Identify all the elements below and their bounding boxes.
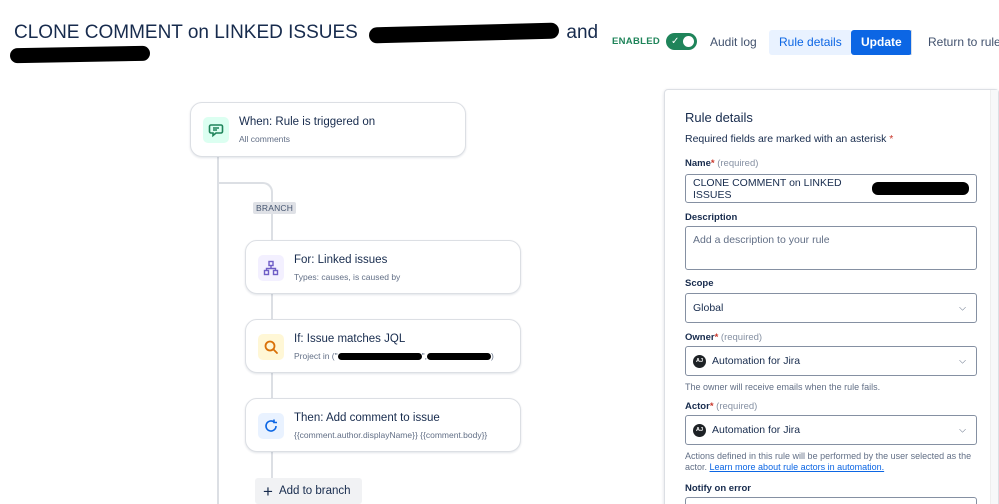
check-icon: ✓ — [671, 36, 680, 47]
action-title: Then: Add comment to issue — [294, 412, 440, 424]
redacted-text — [872, 182, 969, 195]
update-button[interactable]: Update — [851, 30, 912, 55]
redacted-text — [368, 22, 560, 44]
rule-title: CLONE COMMENT on LINKED ISSUES and — [14, 20, 598, 46]
branch-node[interactable]: For: Linked issues Types: causes, is cau… — [245, 240, 521, 294]
avatar: AJ — [693, 354, 706, 368]
add-to-branch-label: Add to branch — [278, 485, 351, 497]
owner-label-text: Owner — [685, 332, 715, 343]
name-label-text: Name — [685, 158, 711, 169]
panel-scrollbar[interactable] — [990, 90, 998, 504]
learn-more-link[interactable]: Learn more about rule actors in automati… — [710, 462, 885, 472]
redacted-text — [427, 353, 492, 361]
required-hint: (required) — [717, 158, 759, 169]
branch-subtitle: Types: causes, is caused by — [294, 272, 401, 282]
rule-details-button[interactable]: Rule details — [769, 30, 852, 55]
chevron-down-icon: ⌵ — [959, 302, 966, 313]
panel-title: Rule details — [685, 110, 753, 125]
branch-tag: BRANCH — [253, 202, 297, 214]
owner-value: Automation for Jira — [712, 355, 801, 367]
description-field[interactable]: Add a description to your rule — [685, 226, 977, 270]
owner-help: The owner will receive emails when the r… — [685, 382, 881, 392]
description-placeholder: Add a description to your rule — [693, 234, 830, 246]
plus-icon: + — [263, 481, 273, 501]
asterisk: * — [889, 133, 894, 145]
chevron-down-icon: ⌵ — [959, 424, 966, 435]
enabled-toggle[interactable]: ✓ — [666, 33, 698, 50]
chevron-down-icon: ⌵ — [959, 355, 966, 366]
condition-subtitle-prefix: Project in (" — [294, 351, 338, 361]
comment-icon — [203, 117, 229, 143]
avatar: AJ — [693, 423, 706, 437]
action-subtitle: {{comment.author.displayName}} {{comment… — [294, 430, 488, 440]
rule-title-tail: and — [566, 22, 599, 43]
redacted-text — [337, 353, 422, 361]
hierarchy-icon — [258, 255, 284, 281]
header-divider — [911, 30, 912, 55]
asterisk: * — [714, 332, 719, 343]
actor-label: Actor* (required) — [685, 401, 757, 412]
condition-subtitle-suffix: ) — [491, 351, 494, 361]
enabled-label: ENABLED — [612, 36, 661, 47]
required-note: Required fields are marked with an aster… — [685, 133, 893, 145]
name-label: Name* (required) — [685, 158, 758, 169]
condition-node[interactable]: If: Issue matches JQL Project in (" ",) — [245, 319, 521, 373]
enabled-toggle-group: ENABLED ✓ — [612, 33, 698, 50]
rule-details-panel: Rule details Required fields are marked … — [664, 89, 999, 504]
notify-on-error-label: Notify on error — [685, 483, 751, 494]
trigger-title: When: Rule is triggered on — [239, 116, 376, 128]
add-to-branch-button[interactable]: + Add to branch — [255, 478, 362, 504]
owner-label: Owner* (required) — [685, 332, 762, 343]
asterisk: * — [709, 401, 714, 412]
asterisk: * — [710, 158, 715, 169]
scope-value: Global — [693, 302, 724, 314]
owner-select[interactable]: AJ Automation for Jira ⌵ — [685, 346, 977, 376]
name-field-value: CLONE COMMENT on LINKED ISSUES — [693, 176, 842, 201]
redacted-text — [9, 45, 151, 64]
rule-title-text: CLONE COMMENT on LINKED ISSUES — [14, 22, 358, 43]
actor-select[interactable]: AJ Automation for Jira ⌵ — [685, 415, 977, 445]
flow-connector — [217, 156, 219, 504]
required-note-text: Required fields are marked with an aster… — [685, 133, 887, 145]
actor-help: Actions defined in this rule will be per… — [685, 451, 975, 473]
required-hint: (required) — [720, 332, 763, 343]
condition-title: If: Issue matches JQL — [294, 333, 406, 345]
description-label: Description — [685, 212, 738, 223]
scope-label: Scope — [685, 278, 714, 289]
action-node[interactable]: Then: Add comment to issue {{comment.aut… — [245, 398, 521, 452]
audit-log-button[interactable]: Audit log — [700, 30, 767, 55]
trigger-subtitle: All comments — [239, 134, 291, 144]
actor-value: Automation for Jira — [712, 424, 801, 436]
flow-connector-curve — [253, 182, 273, 202]
notify-on-error-select[interactable] — [685, 497, 977, 504]
search-icon — [258, 334, 284, 360]
name-field[interactable]: CLONE COMMENT on LINKED ISSUES — [685, 174, 977, 203]
refresh-comment-icon — [258, 413, 284, 439]
trigger-node[interactable]: When: Rule is triggered on All comments — [190, 102, 466, 157]
required-hint: (required) — [716, 401, 758, 412]
return-to-rules-button[interactable]: Return to rules — [918, 30, 999, 55]
branch-title: For: Linked issues — [294, 254, 388, 266]
flow-connector — [217, 182, 257, 184]
condition-subtitle: Project in (" ",) — [294, 351, 494, 361]
actor-label-text: Actor — [685, 401, 710, 412]
scope-select[interactable]: Global ⌵ — [685, 293, 977, 323]
